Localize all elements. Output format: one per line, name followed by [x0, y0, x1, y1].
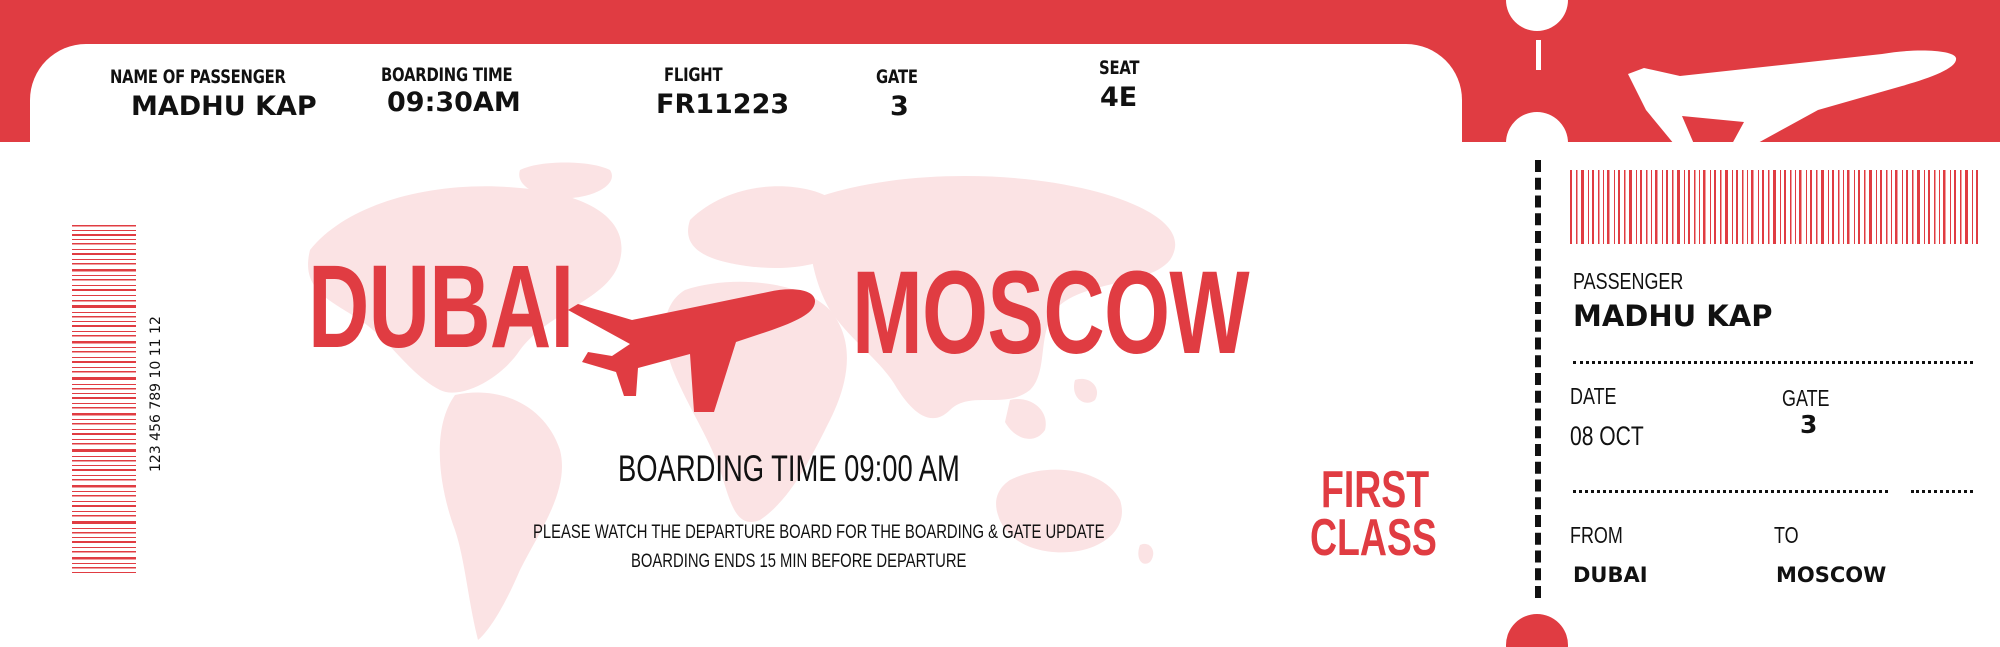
gate-label: GATE [876, 66, 918, 88]
boarding-time-line: BOARDING TIME 09:00 AM [618, 448, 960, 489]
airplane-icon [568, 289, 816, 412]
passenger-name-label: NAME OF PASSENGER [110, 66, 286, 88]
barcode [72, 225, 136, 573]
stub-date-value: 08 OCT [1570, 421, 1644, 451]
bottom-notch [1506, 614, 1568, 647]
stub-to-value: MOSCOW [1776, 563, 1887, 587]
stub-passenger-label: PASSENGER [1573, 268, 1684, 294]
stub-passenger-value: MADHU KAP [1573, 299, 1773, 333]
stub-to-label: TO [1774, 522, 1799, 548]
boarding-time-value: 09:30AM [387, 87, 521, 118]
stub-divider [1911, 490, 1973, 493]
barcode [1570, 170, 1978, 244]
stub-from-label: FROM [1570, 522, 1623, 548]
flight-label: FLIGHT [664, 64, 723, 86]
seat-value: 4E [1100, 82, 1138, 113]
passenger-name-value: MADHU KAP [131, 91, 317, 122]
perforation-line [1535, 160, 1541, 598]
destination-city: MOSCOW [852, 247, 1250, 379]
boarding-end-notice: BOARDING ENDS 15 MIN BEFORE DEPARTURE [631, 551, 967, 572]
barcode-number: 123 456 789 10 11 12 [148, 316, 164, 472]
stub-divider [1573, 490, 1888, 493]
origin-city: DUBAI [308, 241, 574, 373]
gate-value: 3 [890, 91, 909, 122]
flight-value: FR11223 [656, 89, 790, 120]
class-line-2: CLASS [1310, 509, 1437, 567]
perforation-dash [1536, 40, 1541, 70]
boarding-time-label: BOARDING TIME [381, 64, 513, 86]
seat-label: SEAT [1099, 57, 1140, 79]
stub-from-value: DUBAI [1573, 563, 1648, 587]
boarding-pass: NAME OF PASSENGER MADHU KAP BOARDING TIM… [0, 0, 2000, 647]
airplane-icon [1628, 50, 1957, 144]
stub-gate-label: GATE [1782, 385, 1830, 411]
stub-divider [1573, 361, 1973, 364]
departure-notice: PLEASE WATCH THE DEPARTURE BOARD FOR THE… [533, 522, 1105, 543]
stub-date-label: DATE [1570, 383, 1617, 409]
stub-gate-value: 3 [1800, 410, 1818, 439]
